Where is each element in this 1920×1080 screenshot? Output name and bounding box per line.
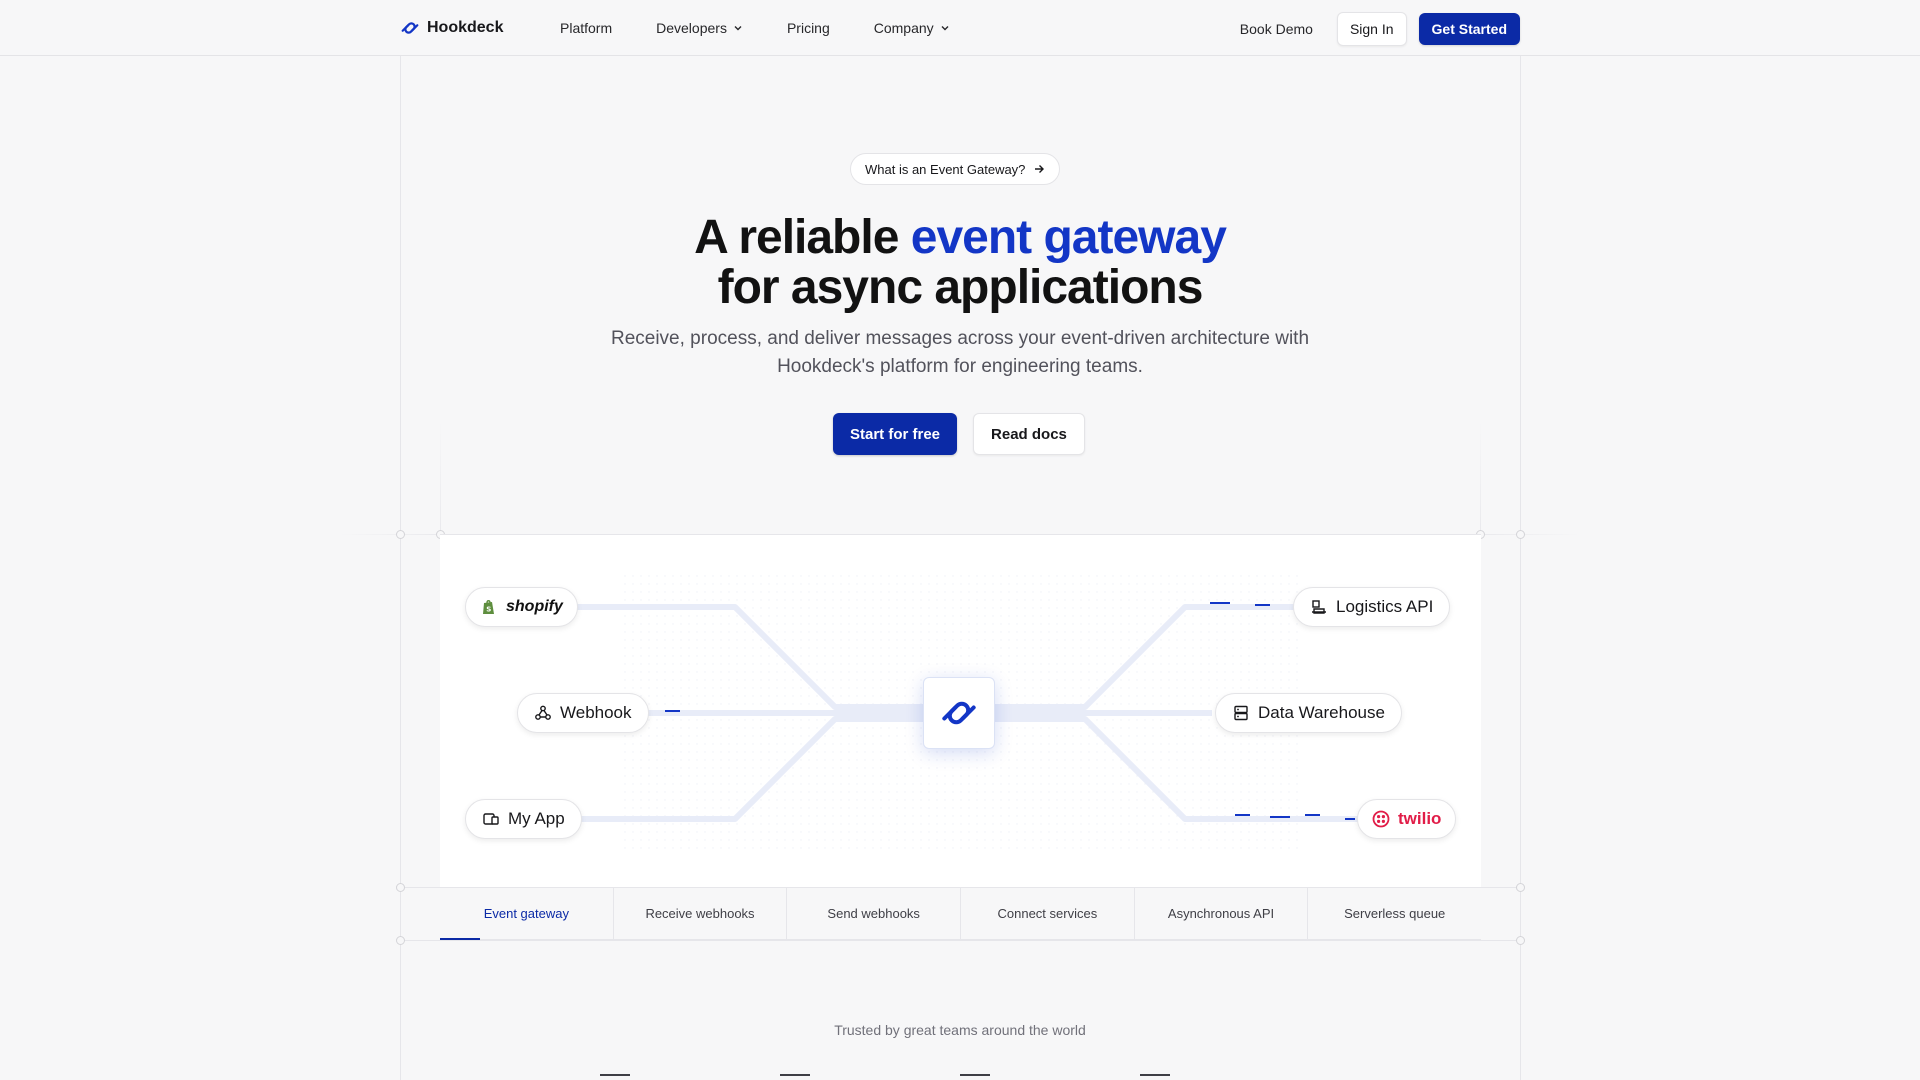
- nav-pricing-label: Pricing: [786, 20, 830, 36]
- tab-event-gateway[interactable]: Event gateway: [440, 888, 614, 940]
- hookdeck-logo-icon: [942, 701, 976, 725]
- hero-actions: Start for free Read docs: [833, 413, 1085, 455]
- nav-links: Platform Developers Pricing Company: [560, 0, 994, 56]
- nav-company[interactable]: Company: [874, 20, 950, 36]
- twilio-icon: [1372, 810, 1390, 828]
- nav-company-label: Company: [873, 20, 934, 36]
- hero-title: A reliable event gateway for async appli…: [560, 213, 1360, 313]
- hero-subtitle-line2: Hookdeck's platform for engineering team…: [777, 356, 1143, 377]
- nav-platform-label: Platform: [560, 20, 613, 36]
- source-webhook-label: Webhook: [560, 703, 632, 722]
- chevron-down-icon: [734, 26, 742, 31]
- destination-logistics-api[interactable]: Logistics API: [1293, 587, 1451, 627]
- event-gateway-pill[interactable]: What is an Event Gateway?: [850, 153, 1061, 185]
- frame-dot: [1516, 883, 1525, 892]
- destination-data-warehouse[interactable]: Data Warehouse: [1215, 693, 1402, 733]
- frame-dot: [396, 936, 405, 945]
- nav-developers[interactable]: Developers: [656, 20, 743, 36]
- destination-twilio-label: twilio: [1398, 809, 1442, 828]
- sign-in-button[interactable]: Sign In: [1336, 12, 1407, 46]
- book-demo-link[interactable]: Book Demo: [1240, 21, 1313, 37]
- brand-name: Hookdeck: [427, 19, 504, 36]
- nav-developers-label: Developers: [656, 20, 727, 36]
- chevron-down-icon: [941, 26, 949, 31]
- use-case-tabs: Event gateway Receive webhooks Send webh…: [440, 887, 1481, 940]
- hero-subtitle-line1: Receive, process, and deliver messages a…: [610, 328, 1310, 349]
- hero-title-accent: event gateway: [910, 211, 1227, 264]
- customer-logo: [960, 1074, 990, 1080]
- arrow-right-icon: [1035, 165, 1045, 173]
- destination-data-warehouse-label: Data Warehouse: [1258, 703, 1385, 722]
- source-my-app[interactable]: My App: [465, 799, 582, 839]
- frame-dot: [396, 530, 405, 539]
- tab-receive-webhooks[interactable]: Receive webhooks: [614, 888, 788, 939]
- tab-serverless-queue[interactable]: Serverless queue: [1308, 888, 1481, 939]
- start-for-free-button[interactable]: Start for free: [833, 413, 958, 455]
- shopify-icon: S: [483, 600, 494, 614]
- webhook-icon: [535, 705, 551, 720]
- destination-logistics-api-label: Logistics API: [1336, 597, 1434, 616]
- pill-label: What is an Event Gateway?: [865, 161, 1026, 177]
- tab-asynchronous-api[interactable]: Asynchronous API: [1135, 888, 1309, 939]
- destination-twilio[interactable]: twilio: [1357, 799, 1457, 839]
- customer-logo: [780, 1074, 810, 1080]
- trusted-by-text: Trusted by great teams around the world: [834, 1022, 1086, 1038]
- nav-actions: Book Demo Sign In Get Started: [1240, 12, 1520, 46]
- hero-title-line2: for async applications: [717, 261, 1204, 314]
- get-started-button[interactable]: Get Started: [1418, 13, 1520, 45]
- tab-send-webhooks[interactable]: Send webhooks: [787, 888, 962, 939]
- customer-logo: [600, 1074, 630, 1080]
- frame-dot: [396, 883, 405, 892]
- hookdeck-hub: [923, 677, 995, 749]
- hookdeck-logo-icon: [401, 22, 419, 34]
- source-shopify-label: shopify: [506, 598, 563, 615]
- source-webhook[interactable]: Webhook: [517, 693, 649, 733]
- event-gateway-diagram: S shopify Webhook My App Logistics API D…: [440, 534, 1481, 888]
- hero-subtitle: Receive, process, and deliver messages a…: [560, 325, 1360, 381]
- top-nav: Hookdeck Platform Developers Pricing Com…: [0, 0, 1920, 56]
- frame-line: [400, 940, 1520, 941]
- tab-connect-services[interactable]: Connect services: [961, 888, 1135, 939]
- frame-line: [1520, 56, 1521, 1080]
- frame-dot: [1516, 530, 1525, 539]
- logistics-icon: [1312, 600, 1326, 614]
- hero-title-part1: A reliable: [694, 211, 911, 264]
- app-icon: [483, 813, 499, 825]
- read-docs-button[interactable]: Read docs: [973, 413, 1085, 455]
- frame-dot: [1516, 936, 1525, 945]
- customer-logo: [1140, 1074, 1170, 1080]
- database-icon: [1234, 705, 1248, 721]
- nav-platform[interactable]: Platform: [560, 20, 612, 36]
- frame-line: [400, 56, 401, 1080]
- hookdeck-logo[interactable]: Hookdeck: [399, 17, 503, 39]
- svg-text:S: S: [486, 606, 491, 614]
- source-my-app-label: My App: [508, 809, 565, 828]
- nav-pricing[interactable]: Pricing: [787, 20, 830, 36]
- source-shopify[interactable]: S shopify: [465, 587, 578, 627]
- customer-logos-strip: [600, 1074, 1320, 1080]
